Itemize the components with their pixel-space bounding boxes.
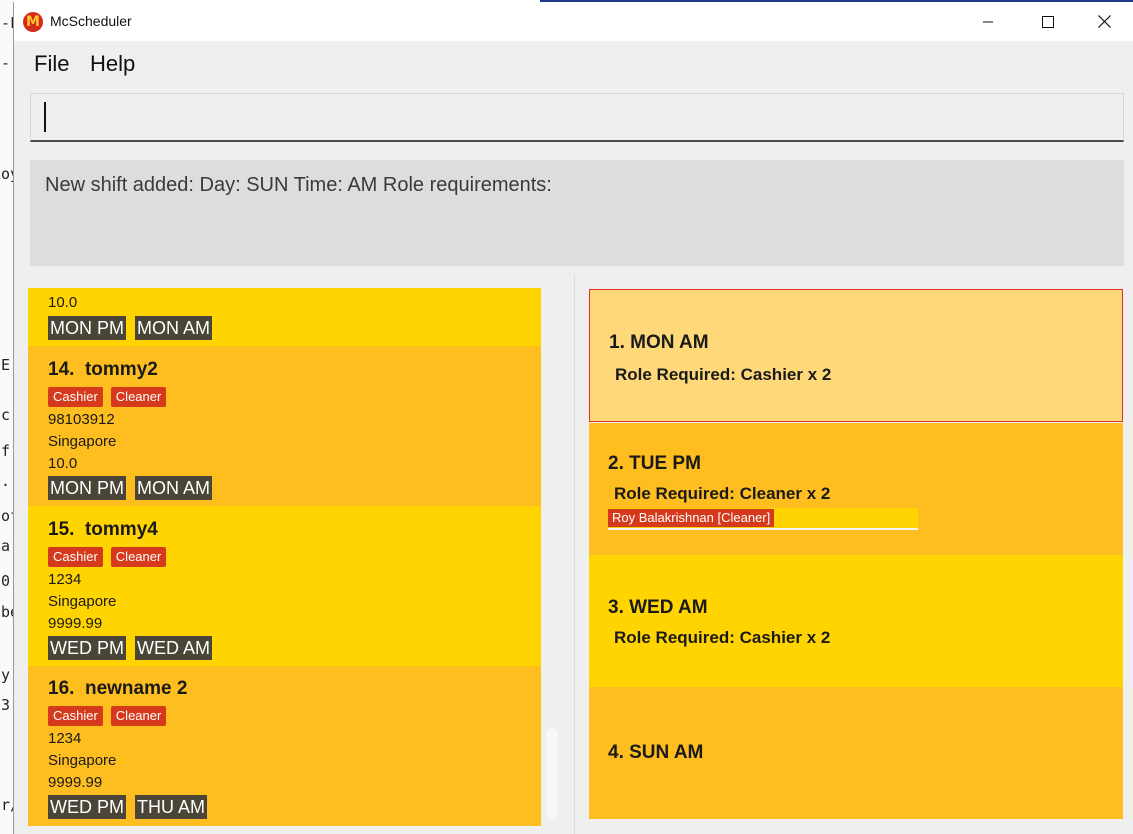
role-tag: Cleaner [110,547,167,567]
availability-tag: MON PM [48,476,126,500]
person-roles: Cashier Cleaner [48,387,167,407]
role-tag: Cashier [48,387,103,407]
availability-tag: WED PM [48,636,126,660]
background-text-fragment: . [1,472,11,490]
person-pay: 10.0 [48,455,78,472]
background-text-fragment: E [1,356,11,374]
background-text-fragment: f [1,442,11,460]
shift-card-selected[interactable]: 1. MON AM Role Required: Cashier x 2 [589,289,1123,422]
availability-tag: MON AM [135,316,213,340]
person-availability: WED PM THU AM [48,795,208,819]
role-tag: Cashier [48,706,103,726]
person-name-text: tommy2 [84,359,158,380]
maximize-icon [1042,15,1054,28]
text-caret [44,102,46,132]
person-availability: WED PM WED AM [48,636,213,660]
shift-title: 4. SUN AM [608,742,704,763]
person-phone: 98103912 [48,411,115,428]
shift-card[interactable]: 3. WED AM Role Required: Cashier x 2 [589,555,1123,687]
close-icon [1097,15,1111,28]
menu-help[interactable]: Help [90,51,135,77]
maximize-button[interactable] [1025,2,1071,41]
availability-tag: WED PM [48,795,126,819]
background-text-fragment: y [1,666,11,684]
person-phone: 1234 [48,730,82,747]
person-list-panel[interactable]: 10.0 MON PM MON AM 14. tommy2 Cashier Cl… [28,288,541,826]
role-tag: Cashier [48,547,103,567]
shift-title: 1. MON AM [609,332,709,353]
availability-tag: WED AM [135,636,213,660]
role-tag: Cleaner [110,706,167,726]
shift-list-panel[interactable]: 1. MON AM Role Required: Cashier x 2 2. … [589,288,1123,822]
background-text-fragment: 0 [1,572,11,590]
minimize-icon [983,21,993,22]
assigned-worker-tag: Roy Balakrishnan [Cleaner] [608,509,775,527]
availability-tag: THU AM [135,795,208,819]
person-pay: 9999.99 [48,774,103,791]
person-address: Singapore [48,752,117,769]
window-title: McScheduler [50,13,132,29]
person-card[interactable]: 15. tommy4 Cashier Cleaner 1234 Singapor… [28,506,541,666]
person-name: 16. newname 2 [48,678,187,700]
person-availability: MON PM MON AM [48,476,213,500]
command-input[interactable] [30,93,1124,142]
shift-card[interactable]: 2. TUE PM Role Required: Cleaner x 2 Roy… [589,423,1123,555]
person-address: Singapore [48,593,117,610]
person-card[interactable]: 10.0 MON PM MON AM [28,288,541,346]
shift-role-requirement: Role Required: Cashier x 2 [615,365,832,384]
shift-role-requirement: Role Required: Cashier x 2 [614,628,831,647]
title-bar[interactable]: M McScheduler [14,2,1133,41]
role-tag: Cleaner [110,387,167,407]
person-index: 14. [48,359,75,380]
shift-title: 3. WED AM [608,597,708,618]
assigned-worker-row: Roy Balakrishnan [Cleaner] [608,508,918,530]
app-window: M McScheduler File Help New shift added:… [13,2,1133,834]
person-name-text: tommy4 [84,519,158,540]
minimize-button[interactable] [965,2,1011,41]
shift-title: 2. TUE PM [608,453,701,474]
shift-card[interactable]: 4. SUN AM [589,687,1123,819]
person-name-text: newname 2 [84,678,188,699]
person-roles: Cashier Cleaner [48,547,167,567]
availability-tag: MON PM [48,316,126,340]
close-button[interactable] [1081,2,1127,41]
person-card[interactable]: 16. newname 2 Cashier Cleaner 1234 Singa… [28,666,541,826]
person-index: 15. [48,519,75,540]
person-availability: MON PM MON AM [48,316,213,340]
menu-file[interactable]: File [34,51,69,77]
person-address: Singapore [48,433,117,450]
person-index: 16. [48,678,75,699]
background-window: -F - N oy E c t f . of a 0 be y 3, r/ [0,0,14,834]
person-name: 14. tommy2 [48,359,158,381]
person-card[interactable]: 14. tommy2 Cashier Cleaner 98103912 Sing… [28,346,541,506]
shift-role-requirement: Role Required: Cleaner x 2 [614,484,831,503]
result-message: New shift added: Day: SUN Time: AM Role … [45,174,552,196]
app-logo-icon: M [23,12,43,32]
menu-bar: File Help [14,41,1133,86]
panel-divider[interactable] [574,274,575,834]
person-pay: 10.0 [48,294,78,311]
person-list-scrollbar[interactable] [546,728,558,820]
person-roles: Cashier Cleaner [48,706,167,726]
background-text-fragment: a [1,537,11,555]
person-name: 15. tommy4 [48,519,158,541]
availability-tag: MON AM [135,476,213,500]
person-phone: 1234 [48,571,82,588]
result-display: New shift added: Day: SUN Time: AM Role … [30,160,1124,266]
person-pay: 9999.99 [48,615,103,632]
